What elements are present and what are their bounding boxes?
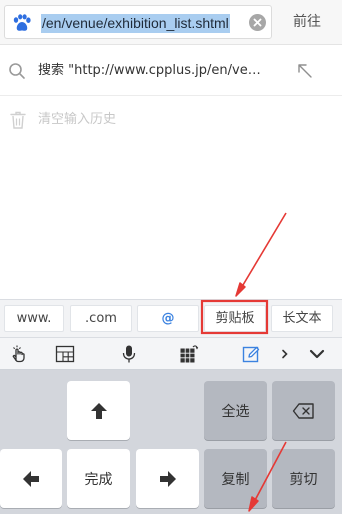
done-key[interactable]: 完成 bbox=[67, 449, 130, 508]
hand-cursor-icon[interactable] bbox=[9, 344, 29, 364]
clear-circle-icon[interactable] bbox=[249, 14, 266, 31]
clear-history-item[interactable]: 清空输入历史 bbox=[0, 97, 342, 145]
chevron-down-icon[interactable] bbox=[307, 344, 327, 364]
microphone-icon[interactable] bbox=[119, 344, 139, 364]
clear-history-label: 清空输入历史 bbox=[38, 112, 117, 127]
url-text-selected[interactable]: /en/venue/exhibition_list.shtml bbox=[41, 14, 230, 33]
url-input[interactable]: /en/venue/exhibition_list.shtml bbox=[4, 5, 272, 39]
quick-key-com[interactable]: .com bbox=[70, 305, 132, 332]
url-bar: /en/venue/exhibition_list.shtml 前往 bbox=[0, 0, 342, 45]
up-arrow-icon bbox=[90, 402, 107, 419]
copy-label: 复制 bbox=[221, 471, 250, 488]
backspace-key[interactable] bbox=[272, 381, 335, 440]
chevron-right-icon[interactable] bbox=[278, 344, 292, 364]
go-button[interactable]: 前往 bbox=[272, 5, 342, 39]
trash-icon bbox=[10, 111, 26, 129]
quick-key-at[interactable]: @ bbox=[137, 305, 199, 332]
annotation-arrow-top bbox=[235, 212, 287, 297]
numpad-icon[interactable] bbox=[179, 344, 199, 364]
quick-key-clipboard[interactable]: 剪贴板 bbox=[204, 305, 266, 332]
edit-pen-icon[interactable] bbox=[241, 344, 261, 364]
quick-key-long-text[interactable]: 长文本 bbox=[271, 305, 333, 332]
quick-key-www[interactable]: www. bbox=[4, 305, 64, 332]
right-arrow-key[interactable] bbox=[136, 449, 199, 508]
done-label: 完成 bbox=[84, 471, 113, 488]
keyboard-quick-row: www. .com @ 剪贴板 长文本 bbox=[0, 299, 342, 337]
suggestion-text: 搜索 "http://www.cpplus.jp/en/ve… bbox=[38, 63, 261, 78]
right-arrow-icon bbox=[159, 470, 176, 487]
keyboard-toolbar bbox=[0, 337, 342, 370]
arrow-up-left-icon[interactable] bbox=[296, 62, 314, 80]
left-arrow-icon bbox=[23, 470, 39, 487]
select-all-key[interactable]: 全选 bbox=[204, 381, 267, 440]
backspace-icon bbox=[292, 402, 314, 419]
baidu-paw-icon bbox=[13, 14, 31, 31]
cut-label: 剪切 bbox=[289, 471, 318, 488]
select-all-label: 全选 bbox=[221, 403, 250, 420]
search-icon bbox=[9, 63, 25, 79]
left-arrow-key[interactable] bbox=[0, 449, 62, 508]
layout-grid-icon[interactable] bbox=[55, 344, 75, 364]
search-suggestion-item[interactable]: 搜索 "http://www.cpplus.jp/en/ve… bbox=[0, 46, 342, 96]
cut-key[interactable]: 剪切 bbox=[272, 449, 335, 508]
up-arrow-key[interactable] bbox=[67, 381, 130, 440]
editing-keyboard: 全选 完成 复制 剪切 bbox=[0, 370, 342, 514]
copy-key[interactable]: 复制 bbox=[204, 449, 267, 508]
